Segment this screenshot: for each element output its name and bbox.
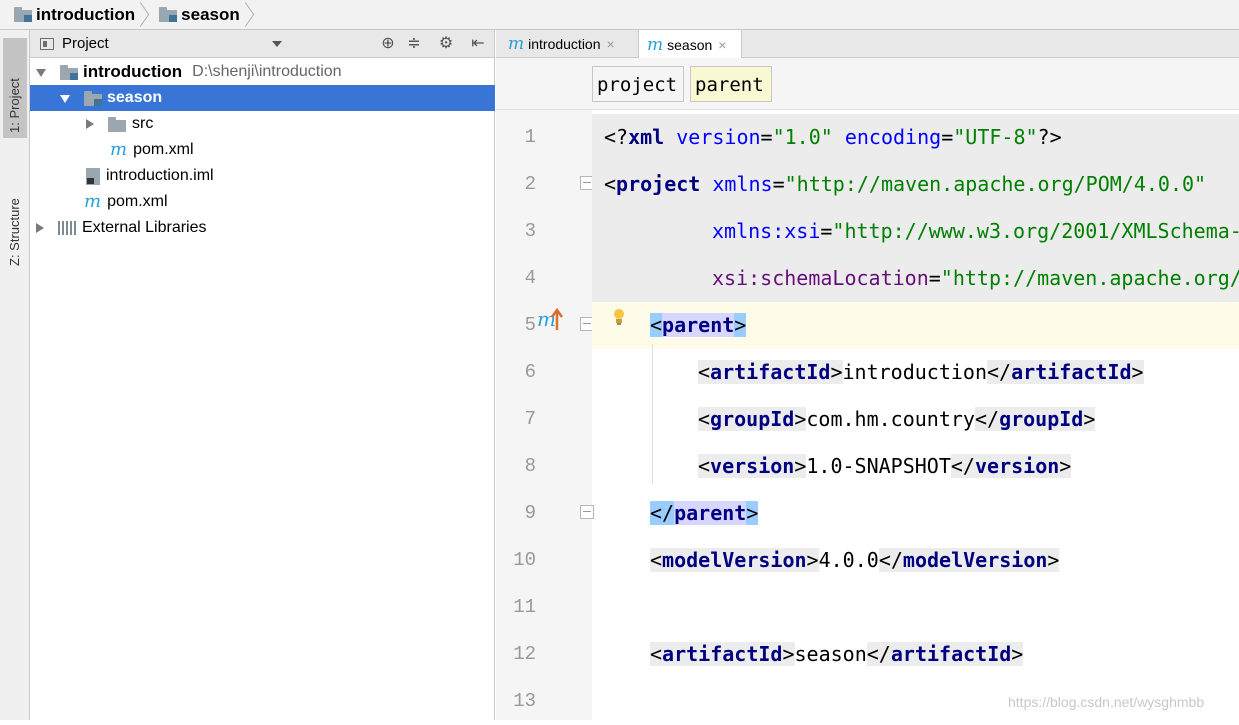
watermark-text: https://blog.csdn.net/wysghmbb [1008,694,1205,710]
collapse-all-icon[interactable]: ≑ [406,36,422,52]
tool-window-strip: 1: Project Z: Structure [0,30,30,720]
line-number: 7 [524,408,536,430]
close-icon[interactable]: × [718,37,726,53]
line-number: 4 [524,267,536,289]
library-icon [58,221,76,235]
expand-arrow-icon[interactable] [60,95,70,103]
project-panel-header: Project ⊕ ≑ ⚙ ⇤ [30,30,494,58]
maven-file-icon: m [110,139,128,160]
code-line-6: <artifactId>introduction</artifactId> [698,360,1144,384]
line-number: 8 [524,455,536,477]
tree-item-external-libraries[interactable]: External Libraries [30,215,495,241]
maven-file-icon: m [84,191,102,212]
editor-tab-label: introduction [528,36,601,52]
code-line-3: xmlns:xsi="http://www.w3.org/2001/XMLSch… [712,219,1239,243]
tool-tab-structure[interactable]: Z: Structure [3,148,27,278]
locate-target-icon[interactable]: ⊕ [380,36,396,52]
tree-item-label: External Libraries [82,219,207,236]
code-line-7: <groupId>com.hm.country</groupId> [698,407,1096,431]
nav-crumb-label: introduction [36,4,136,24]
module-folder-icon [159,7,178,22]
tree-item-src[interactable]: src [30,111,495,137]
chevron-right-icon [137,0,151,30]
module-folder-icon [14,7,32,22]
editor-gutter: 1 2 3 4 5 6 7 8 9 10 11 12 13 [496,110,594,720]
expand-arrow-icon[interactable] [36,69,46,77]
line-number: 13 [513,690,536,712]
chevron-right-icon [242,0,256,30]
line-number: 10 [513,549,536,571]
code-editor[interactable]: <?xml version="1.0" encoding="UTF-8"?> <… [592,110,1239,720]
svg-text:m: m [537,307,556,331]
line-number: 11 [513,596,536,618]
module-folder-icon [84,90,102,106]
nav-crumb-label: season [181,4,240,24]
tree-item-label: src [132,115,154,132]
module-path: D:\shenji\introduction [192,63,342,80]
code-line-1: <?xml version="1.0" encoding="UTF-8"?> [604,125,1062,149]
line-number: 12 [513,643,536,665]
xml-breadcrumb-bar: project parent [496,58,1239,110]
editor-tab-label: season [667,36,713,53]
close-icon[interactable]: × [607,36,615,52]
tool-tab-label: Z: Structure [7,198,22,266]
project-view-icon [40,37,54,50]
xml-crumb-parent[interactable]: parent [690,66,772,102]
tree-item-introduction-iml[interactable]: introduction.iml [30,163,495,189]
line-number: 2 [524,173,536,195]
code-line-5: <parent> [650,313,747,337]
tree-item-label: introduction [83,62,183,81]
project-panel: Project ⊕ ≑ ⚙ ⇤ introduction D:\shenji\i… [30,30,495,720]
line-number: 5 [524,314,536,336]
tree-item-label: introduction.iml [106,167,214,184]
tree-item-root-pom-xml[interactable]: m pom.xml [30,189,495,215]
maven-file-icon: m [647,34,664,55]
code-line-10: <modelVersion>4.0.0</modelVersion> [650,548,1060,572]
tree-item-label: pom.xml [133,141,194,158]
tree-item-introduction[interactable]: introduction D:\shenji\introduction [30,59,495,85]
line-number: 3 [524,220,536,242]
xml-crumb-project[interactable]: project [592,66,684,102]
project-view-selector[interactable]: Project [62,35,109,52]
editor-tabs-bar: m introduction × m season × [496,30,1239,59]
code-line-9: </parent> [650,501,759,525]
maven-file-icon: m [508,34,525,54]
navigation-bar: introduction season [0,0,1239,30]
hide-panel-icon[interactable]: ⇤ [470,36,486,52]
tree-item-label: season [107,89,163,106]
tree-item-label: pom.xml [107,193,168,210]
code-line-4: xsi:schemaLocation="http://maven.apache.… [712,266,1239,290]
indent-guide [652,344,653,484]
code-line-8: <version>1.0-SNAPSHOT</version> [698,454,1072,478]
maven-parent-gutter-icon[interactable]: m [537,306,565,332]
dropdown-arrow-icon[interactable] [272,41,282,47]
collapsed-arrow-icon[interactable] [36,223,44,233]
tool-tab-project[interactable]: 1: Project [3,38,27,138]
tree-item-season[interactable]: season [30,85,495,111]
line-number: 9 [524,502,536,524]
nav-crumb-introduction[interactable]: introduction [0,0,135,30]
editor-tab-introduction[interactable]: m introduction × [500,30,638,58]
gear-icon[interactable]: ⚙ [438,36,454,52]
line-number: 6 [524,361,536,383]
lightbulb-icon[interactable] [612,308,626,326]
line-number: 1 [524,126,536,148]
collapsed-arrow-icon[interactable] [86,119,94,129]
code-line-12: <artifactId>season</artifactId> [650,642,1024,666]
folder-icon [108,116,126,132]
tree-item-pom-xml[interactable]: m pom.xml [30,137,495,163]
tool-tab-label: 1: Project [7,78,22,133]
module-folder-icon [60,64,78,80]
nav-crumb-season[interactable]: season [151,0,240,30]
code-line-2: <project xmlns="http://maven.apache.org/… [604,172,1207,196]
editor-tab-season[interactable]: m season × [638,30,742,59]
iml-file-icon [86,167,100,185]
